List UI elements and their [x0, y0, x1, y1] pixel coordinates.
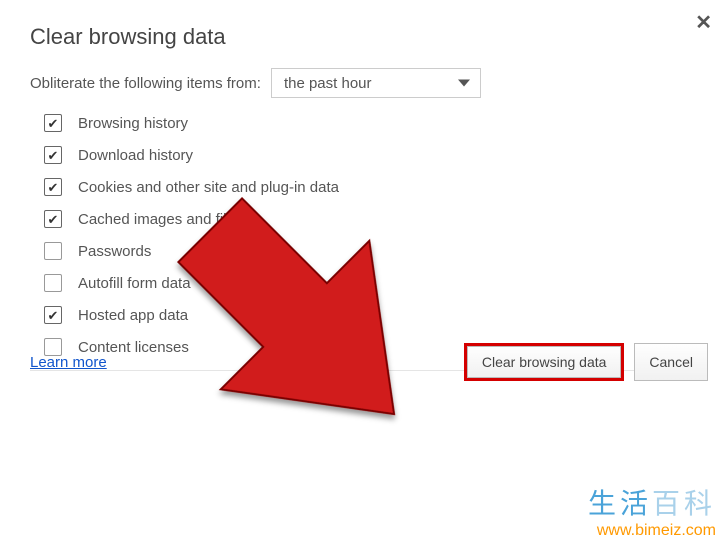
checkbox-autofill[interactable] [44, 274, 62, 292]
options-list: Browsing history Download history Cookie… [44, 114, 698, 356]
checkbox-browsing-history[interactable] [44, 114, 62, 132]
option-label: Hosted app data [78, 307, 188, 324]
chevron-down-icon [458, 80, 470, 87]
list-item: Passwords [44, 242, 698, 260]
watermark-url: www.bimeiz.com [588, 522, 716, 540]
list-item: Cached images and files [44, 210, 698, 228]
watermark: 生活百科 www.bimeiz.com [588, 482, 716, 540]
close-button[interactable]: ✕ [695, 10, 712, 35]
list-item: Download history [44, 146, 698, 164]
checkbox-hosted-app[interactable] [44, 306, 62, 324]
checkbox-cached[interactable] [44, 210, 62, 228]
list-item: Autofill form data [44, 274, 698, 292]
list-item: Hosted app data [44, 306, 698, 324]
checkbox-download-history[interactable] [44, 146, 62, 164]
time-range-select[interactable]: the past hour [271, 68, 481, 98]
learn-more-link[interactable]: Learn more [30, 354, 107, 371]
clear-button-highlight: Clear browsing data [464, 343, 625, 381]
time-range-value: the past hour [284, 75, 372, 92]
obliterate-label: Obliterate the following items from: [30, 75, 261, 92]
checkbox-cookies[interactable] [44, 178, 62, 196]
option-label: Passwords [78, 243, 151, 260]
dialog-title: Clear browsing data [30, 24, 698, 50]
dialog-footer: Learn more Clear browsing data Cancel [30, 343, 708, 381]
clear-browsing-data-button[interactable]: Clear browsing data [467, 346, 622, 378]
time-range-row: Obliterate the following items from: the… [30, 68, 698, 98]
option-label: Cached images and files [78, 211, 242, 228]
list-item: Cookies and other site and plug-in data [44, 178, 698, 196]
watermark-cn: 生活百科 [588, 482, 716, 522]
cancel-button[interactable]: Cancel [634, 343, 708, 381]
list-item: Browsing history [44, 114, 698, 132]
option-label: Browsing history [78, 115, 188, 132]
clear-browsing-data-dialog: ✕ Clear browsing data Obliterate the fol… [0, 0, 728, 395]
checkbox-passwords[interactable] [44, 242, 62, 260]
option-label: Autofill form data [78, 275, 191, 292]
option-label: Cookies and other site and plug-in data [78, 179, 339, 196]
option-label: Download history [78, 147, 193, 164]
footer-buttons: Clear browsing data Cancel [464, 343, 708, 381]
